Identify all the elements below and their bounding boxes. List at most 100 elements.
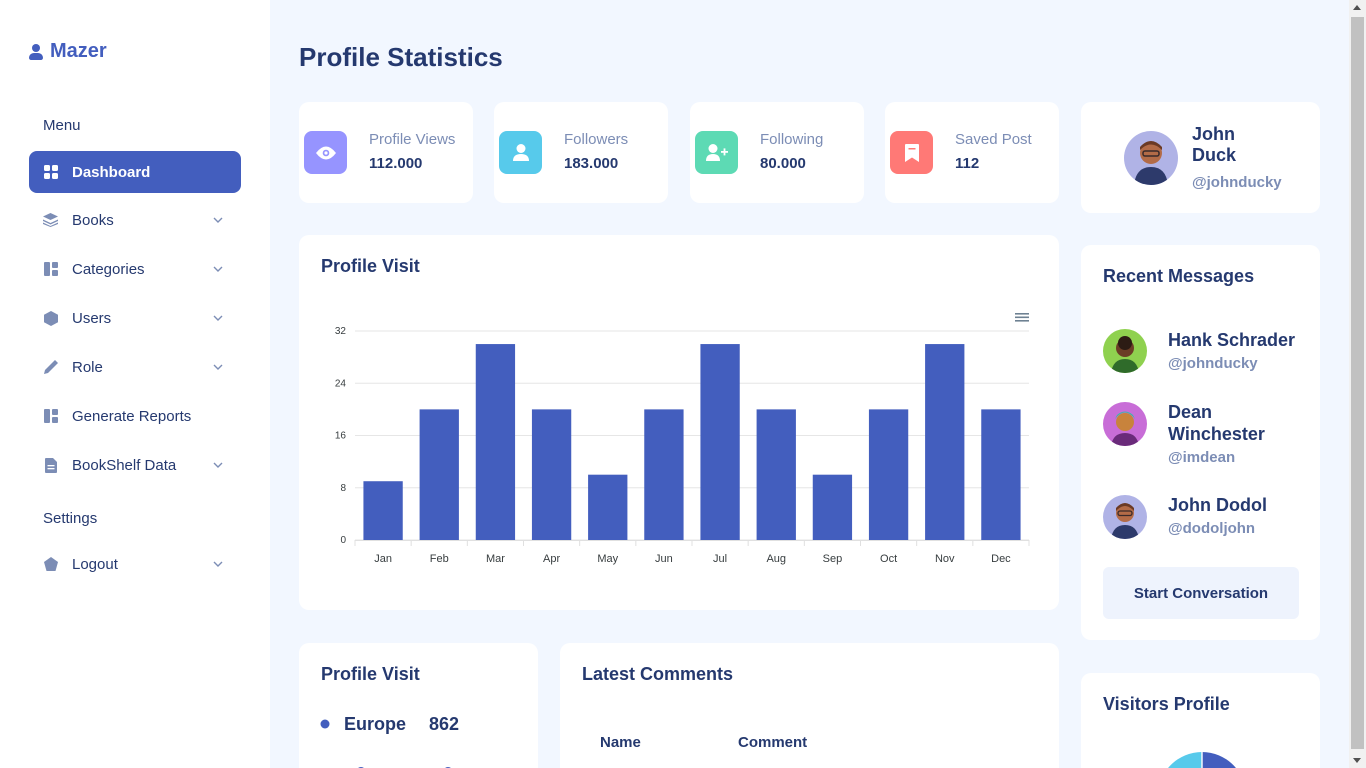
x-tick-label: Dec (991, 553, 1011, 565)
stat-value: 80.000 (760, 155, 806, 172)
x-tick-label: Sep (823, 553, 843, 565)
profile-card: John Duck @johnducky (1081, 102, 1320, 213)
x-tick-label: Mar (486, 553, 505, 565)
region-name: Europe (344, 714, 407, 734)
sidebar-item-label: Books (72, 211, 114, 229)
avatar[interactable] (1124, 131, 1178, 185)
sidebar-item-label: BookShelf Data (72, 456, 177, 474)
stat-value: 112.000 (369, 155, 423, 172)
bar (700, 344, 740, 540)
bookmark-icon (890, 131, 933, 174)
eye-icon (304, 131, 347, 174)
page-title: Profile Statistics (299, 42, 503, 72)
vertical-scrollbar[interactable] (1349, 0, 1366, 768)
x-tick-label: May (597, 553, 618, 565)
x-tick-label: Jun (655, 553, 673, 565)
brand-logo[interactable]: Mazer (29, 40, 107, 63)
avatar[interactable] (1103, 495, 1147, 539)
profile-name: John Duck (1192, 124, 1272, 166)
hexagon-icon (43, 310, 58, 326)
settings-section-title: Settings (43, 510, 98, 527)
x-tick-label: Jul (713, 553, 727, 565)
scrollbar-thumb[interactable] (1351, 17, 1364, 749)
chevron-down-icon (213, 217, 223, 223)
bar (981, 409, 1021, 540)
avatar[interactable] (1103, 402, 1147, 446)
user-icon (499, 131, 542, 174)
scroll-up-icon[interactable] (1353, 5, 1361, 10)
profile-visit-card: Profile Visit 0 8 16 24 32 Jan Feb Mar Apr May Jun… (299, 235, 1059, 610)
sidebar-item-bookshelf-data[interactable]: BookShelf Data (29, 444, 241, 486)
layout-icon (43, 262, 58, 277)
x-tick-label: Oct (880, 553, 897, 565)
x-tick-label: Feb (430, 553, 449, 565)
sidebar-item-label: Logout (72, 555, 118, 573)
y-tick-label: 16 (335, 431, 347, 442)
visitors-title: Visitors Profile (1103, 694, 1230, 714)
region-value: 862 (429, 714, 460, 734)
stat-label: Followers (564, 131, 629, 148)
chevron-down-icon (213, 315, 223, 321)
message-sender-handle: @imdean (1168, 449, 1236, 466)
menu-section-title: Menu (43, 117, 81, 134)
chevron-down-icon (213, 462, 223, 468)
bar (756, 409, 796, 540)
avatar[interactable] (1103, 329, 1147, 373)
stat-card-following: Following 80.000 (690, 102, 864, 203)
sidebar-item-role[interactable]: Role (29, 346, 241, 388)
brand-name: Mazer (50, 40, 107, 62)
message-sender-name: John Dodol (1168, 495, 1267, 515)
sidebar-item-logout[interactable]: Logout (29, 543, 241, 585)
person-icon (29, 42, 44, 62)
user-plus-icon (695, 131, 738, 174)
sidebar-item-label: Generate Reports (72, 407, 192, 425)
stat-card-followers: Followers 183.000 (494, 102, 668, 203)
chevron-down-icon (213, 561, 223, 567)
latest-comments-card: Latest Comments Name Comment (560, 643, 1059, 768)
x-tick-label: Aug (766, 553, 786, 565)
region-visit-card: Profile Visit Europe 862 (299, 643, 538, 768)
bar (644, 409, 684, 540)
layout-icon (43, 409, 58, 424)
sidebar-item-label: Role (72, 358, 103, 376)
bar (475, 344, 516, 540)
grid-icon (43, 165, 58, 180)
stat-label: Following (760, 131, 824, 148)
sidebar-item-books[interactable]: Books (29, 199, 241, 241)
start-conversation-button[interactable]: Start Conversation (1103, 567, 1299, 619)
message-sender-name: Dean Winchester (1168, 402, 1265, 444)
profile-last-name: Duck (1192, 145, 1237, 165)
pen-icon (43, 360, 58, 375)
y-tick-label: 0 (340, 535, 346, 546)
sidebar-item-categories[interactable]: Categories (29, 248, 241, 290)
stat-value: 112 (955, 155, 980, 172)
visitors-pie-chart (1168, 752, 1236, 768)
bar (925, 344, 965, 540)
sidebar-item-dashboard[interactable]: Dashboard (29, 151, 241, 193)
sidebar-item-label: Users (72, 309, 112, 327)
hamburger-icon[interactable] (1015, 313, 1029, 322)
x-tick-label: Jan (374, 553, 392, 565)
scroll-down-icon[interactable] (1353, 758, 1361, 763)
bar (419, 409, 459, 540)
stat-label: Saved Post (955, 131, 1032, 148)
visitors-profile-card: Visitors Profile (1081, 673, 1320, 768)
region-dot-icon (320, 719, 330, 729)
stat-label: Profile Views (369, 131, 456, 148)
stack-icon (43, 213, 58, 228)
sparkline-icon (358, 767, 451, 768)
stat-value: 183.000 (564, 155, 619, 172)
stat-card-saved-post: Saved Post 112 (885, 102, 1059, 203)
chevron-down-icon (213, 266, 223, 272)
region-card-title: Profile Visit (321, 664, 420, 684)
sidebar-item-label: Dashboard (72, 163, 151, 181)
sidebar-item-generate-reports[interactable]: Generate Reports (29, 395, 241, 437)
sidebar-item-users[interactable]: Users (29, 297, 241, 339)
bar (363, 481, 403, 540)
file-icon (43, 457, 58, 473)
sidebar: Mazer Menu Dashboard Books Categories Us… (0, 0, 270, 768)
sidebar-item-label: Categories (72, 260, 145, 278)
recent-messages-card: Recent Messages Hank Schrader @johnducky… (1081, 245, 1320, 640)
messages-title: Recent Messages (1103, 266, 1255, 286)
chevron-down-icon (213, 364, 223, 370)
